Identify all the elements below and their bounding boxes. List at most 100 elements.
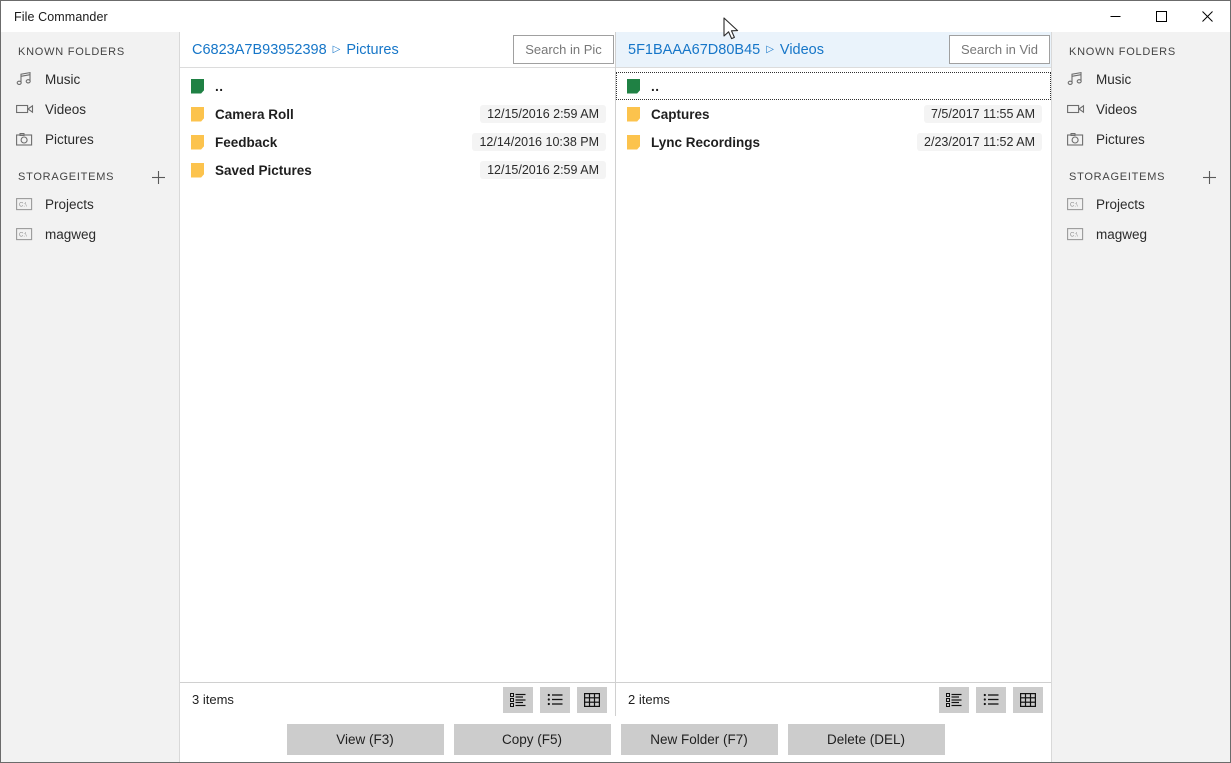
left-grid-view-button[interactable] [577, 686, 607, 713]
chevron-right-icon: ▷ [332, 43, 341, 55]
left-row-date-3: 12/15/2016 2:59 AM [480, 161, 606, 179]
right-view-mode-group [939, 686, 1043, 713]
chevron-right-icon: ▷ [766, 43, 774, 55]
music-note-icon [16, 71, 42, 87]
left-search-button[interactable]: Search in Pic [513, 35, 614, 64]
close-icon [1201, 11, 1213, 22]
app-title: File Commander [14, 9, 108, 24]
left-panel-header: C6823A7B93952398 ▷ Pictures Search in Pi… [180, 32, 615, 68]
right-sidebar-item-music[interactable]: Music [1052, 64, 1230, 94]
right-sidebar-item-projects-label: Projects [1096, 196, 1145, 212]
add-storage-item-button[interactable] [149, 169, 167, 187]
svg-text:C:\: C:\ [19, 232, 27, 238]
left-file-list[interactable]: .. Camera Roll 12/15/2016 2:59 AM Feedba… [180, 68, 615, 682]
left-row-name-0: .. [215, 78, 224, 94]
right-sidebar-item-pictures[interactable]: Pictures [1052, 124, 1230, 154]
right-row-date-2: 2/23/2017 11:52 AM [917, 133, 1042, 151]
table-row[interactable]: Saved Pictures 12/15/2016 2:59 AM [180, 156, 615, 184]
left-row-date-2: 12/14/2016 10:38 PM [472, 133, 606, 151]
left-row-date-1: 12/15/2016 2:59 AM [480, 105, 606, 123]
maximize-button[interactable] [1138, 1, 1184, 32]
detail-list-icon [510, 692, 526, 707]
video-camera-icon [1067, 102, 1093, 116]
app-window: File Commander KNOWN FOLDERS Music Video… [0, 0, 1231, 763]
add-storage-item-button[interactable] [1200, 169, 1218, 187]
right-breadcrumb-current[interactable]: Videos [780, 42, 824, 58]
right-file-panel: 5F1BAAA67D80B45 ▷ Videos Search in Vid .… [616, 32, 1051, 716]
table-row[interactable]: Lync Recordings 2/23/2017 11:52 AM [616, 128, 1051, 156]
folder-icon [191, 162, 215, 178]
folder-icon [191, 106, 215, 122]
right-sidebar-item-music-label: Music [1096, 71, 1132, 87]
right-item-count: 2 items [628, 692, 670, 707]
folder-icon [627, 106, 651, 122]
right-row-date-0 [1028, 84, 1042, 88]
right-storage-items-label: STORAGEITEMS [1069, 171, 1166, 183]
right-grid-view-button[interactable] [1013, 686, 1043, 713]
left-detail-list-view-button[interactable] [503, 686, 533, 713]
left-known-folders-header: KNOWN FOLDERS [1, 41, 179, 64]
right-sidebar-item-videos[interactable]: Videos [1052, 94, 1230, 124]
right-sidebar-item-videos-label: Videos [1096, 101, 1138, 117]
left-sidebar-spacer [1, 154, 179, 166]
folder-icon [191, 134, 215, 150]
right-sidebar-item-projects[interactable]: C:\ Projects [1052, 189, 1230, 219]
music-note-icon [1067, 71, 1093, 87]
right-detail-list-view-button[interactable] [939, 686, 969, 713]
left-breadcrumb-root[interactable]: C6823A7B93952398 [192, 42, 327, 58]
table-row[interactable]: Captures 7/5/2017 11:55 AM [616, 100, 1051, 128]
maximize-icon [1155, 11, 1167, 22]
left-sidebar-item-pictures-label: Pictures [45, 131, 94, 147]
left-storage-items-label: STORAGEITEMS [18, 171, 115, 183]
right-panel-header: 5F1BAAA67D80B45 ▷ Videos Search in Vid [616, 32, 1051, 68]
left-sidebar: KNOWN FOLDERS Music Videos Pictures STOR… [1, 32, 180, 762]
right-sidebar-item-magweg-label: magweg [1096, 226, 1148, 242]
table-row[interactable]: Camera Roll 12/15/2016 2:59 AM [180, 100, 615, 128]
right-file-list[interactable]: .. Captures 7/5/2017 11:55 AM Lync Recor… [616, 68, 1051, 682]
left-sidebar-item-videos[interactable]: Videos [1, 94, 179, 124]
window-controls [1092, 1, 1230, 32]
right-known-folders-header: KNOWN FOLDERS [1052, 41, 1230, 64]
table-row[interactable]: .. [180, 72, 615, 100]
left-row-name-2: Feedback [215, 134, 278, 150]
left-sidebar-item-magweg[interactable]: C:\ magweg [1, 219, 179, 249]
plus-icon [1202, 171, 1216, 184]
left-file-panel: C6823A7B93952398 ▷ Pictures Search in Pi… [180, 32, 616, 716]
left-sidebar-item-projects[interactable]: C:\ Projects [1, 189, 179, 219]
close-button[interactable] [1184, 1, 1230, 32]
camera-icon [1067, 132, 1093, 147]
drive-icon: C:\ [1067, 227, 1093, 242]
main-content: KNOWN FOLDERS Music Videos Pictures STOR… [1, 32, 1230, 762]
svg-text:C:\: C:\ [19, 202, 27, 208]
title-bar: File Commander [1, 1, 1230, 32]
right-search-button[interactable]: Search in Vid [949, 35, 1050, 64]
copy-button[interactable]: Copy (F5) [453, 723, 611, 755]
left-sidebar-item-projects-label: Projects [45, 196, 94, 212]
right-row-name-2: Lync Recordings [651, 134, 761, 150]
right-list-view-button[interactable] [976, 686, 1006, 713]
table-row[interactable]: Feedback 12/14/2016 10:38 PM [180, 128, 615, 156]
up-folder-icon [191, 78, 215, 94]
right-sidebar-item-pictures-label: Pictures [1096, 131, 1145, 147]
left-sidebar-item-pictures[interactable]: Pictures [1, 124, 179, 154]
new-folder-button[interactable]: New Folder (F7) [620, 723, 778, 755]
table-row[interactable]: .. [616, 72, 1051, 100]
up-folder-icon [627, 78, 651, 94]
drive-icon: C:\ [16, 227, 42, 242]
minimize-button[interactable] [1092, 1, 1138, 32]
right-row-date-1: 7/5/2017 11:55 AM [923, 105, 1042, 123]
minimize-icon [1110, 16, 1120, 17]
left-sidebar-item-music[interactable]: Music [1, 64, 179, 94]
view-button[interactable]: View (F3) [286, 723, 444, 755]
delete-button[interactable]: Delete (DEL) [787, 723, 945, 755]
right-sidebar-item-magweg[interactable]: C:\ magweg [1052, 219, 1230, 249]
panels-row: C6823A7B93952398 ▷ Pictures Search in Pi… [180, 32, 1051, 716]
right-breadcrumb-root[interactable]: 5F1BAAA67D80B45 [628, 42, 760, 58]
right-sidebar-spacer [1052, 154, 1230, 166]
camera-icon [16, 132, 42, 147]
detail-list-icon [946, 692, 962, 707]
left-breadcrumb-current[interactable]: Pictures [346, 42, 398, 58]
folder-icon [627, 134, 651, 150]
left-list-view-button[interactable] [540, 686, 570, 713]
svg-text:C:\: C:\ [1070, 232, 1078, 238]
